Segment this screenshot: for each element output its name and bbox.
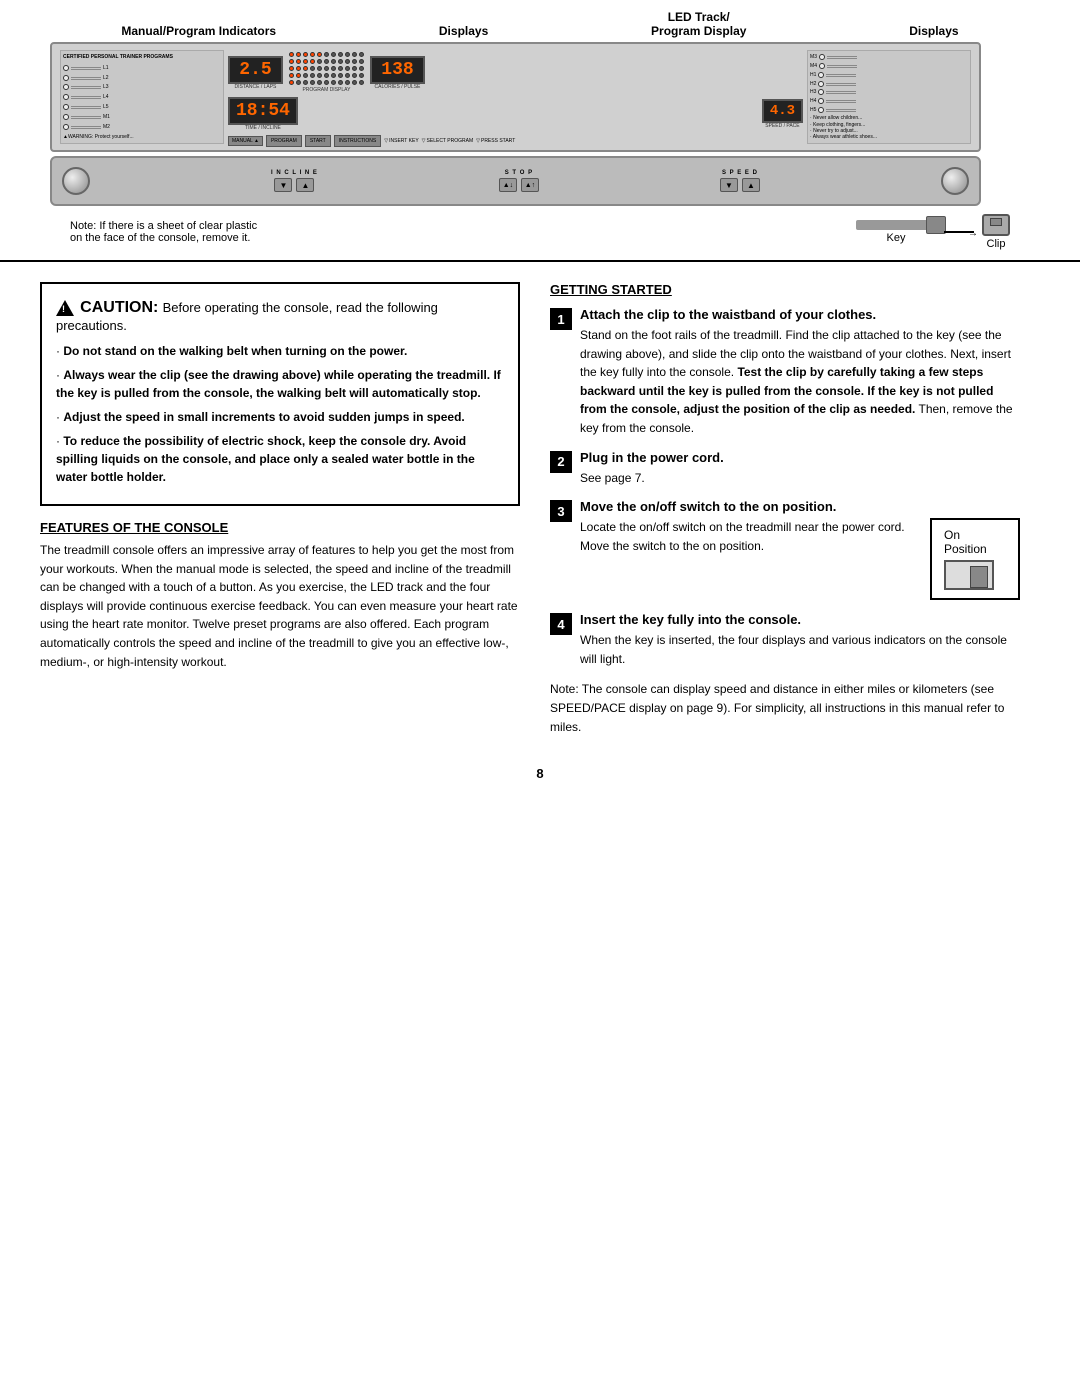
time-display: 18:54 (228, 97, 298, 125)
features-section: FEATURES OF THE CONSOLE The treadmill co… (40, 520, 520, 671)
incline-up-btn[interactable]: ▲ (296, 178, 314, 192)
step-3-number: 3 (550, 500, 572, 522)
step-3-text: Locate the on/off switch on the treadmil… (580, 518, 918, 555)
incline-label: I N C L I N E (271, 170, 318, 176)
caution-bullet-1: · Do not stand on the walking belt when … (56, 342, 504, 360)
step-4: 4 Insert the key fully into the console.… (550, 612, 1020, 668)
incline-down-btn[interactable]: ▼ (274, 178, 292, 192)
page-number: 8 (0, 756, 1080, 797)
console-top-panel: CERTIFIED PERSONAL TRAINER PROGRAMS L1 L… (50, 42, 981, 152)
label-manual-program: Manual/Program Indicators (121, 24, 276, 38)
note-line1: Note: If there is a sheet of clear plast… (70, 220, 257, 232)
step-2-text: See page 7. (580, 469, 1020, 488)
speed-label: S P E E D (722, 170, 758, 176)
stop-label: S T O P (505, 170, 533, 176)
bottom-controls-panel: I N C L I N E ▼ ▲ S T O P ▲↓ ▲↑ S P E E … (50, 156, 981, 206)
caution-bullet-3: · Adjust the speed in small increments t… (56, 408, 504, 426)
instructions-btn: INSTRUCTIONS (334, 135, 382, 147)
stop-controls: S T O P ▲↓ ▲↑ (499, 170, 539, 192)
speed-display: 4.3 (762, 99, 803, 123)
caution-bullet-2: · Always wear the clip (see the drawing … (56, 366, 504, 402)
calories-label: CALORIES / PULSE (375, 84, 421, 90)
speed-down-btn[interactable]: ▼ (720, 178, 738, 192)
incline-controls: I N C L I N E ▼ ▲ (271, 170, 318, 192)
program-display-label: PROGRAM DISPLAY (289, 87, 364, 93)
step-1-text: Stand on the foot rails of the treadmill… (580, 326, 1020, 438)
key-clip-diagram: Key → Clip (856, 214, 1010, 250)
on-label: On (944, 528, 960, 542)
caution-triangle-icon: ! (56, 300, 74, 316)
step-2-content: Plug in the power cord. See page 7. (580, 450, 1020, 488)
right-column: GETTING STARTED 1 Attach the clip to the… (540, 282, 1020, 736)
caution-box: ! CAUTION: Before operating the console,… (40, 282, 520, 506)
time-label: TIME / INCLINE (245, 125, 281, 131)
step-3-title: Move the on/off switch to the on positio… (580, 499, 1020, 514)
diagram-labels: Manual/Program Indicators Displays LED T… (40, 10, 1040, 38)
caution-body: · Do not stand on the walking belt when … (56, 342, 504, 486)
step-2: 2 Plug in the power cord. See page 7. (550, 450, 1020, 488)
left-indicators-panel: CERTIFIED PERSONAL TRAINER PROGRAMS L1 L… (60, 50, 224, 144)
position-label: Position (944, 542, 987, 556)
stop-down-btn[interactable]: ▲↓ (499, 178, 517, 192)
caution-title-prefix: CAUTION: (80, 299, 158, 316)
speed-controls: S P E E D ▼ ▲ (720, 170, 760, 192)
stop-up-btn[interactable]: ▲↑ (521, 178, 539, 192)
start-btn: START (305, 135, 331, 147)
step-2-number: 2 (550, 451, 572, 473)
left-knob (62, 167, 90, 195)
step-1: 1 Attach the clip to the waistband of yo… (550, 307, 1020, 438)
right-knob (941, 167, 969, 195)
calories-display: 138 (370, 56, 425, 84)
speed-label: SPEED / PACE (765, 123, 799, 129)
step-3: 3 Move the on/off switch to the on posit… (550, 499, 1020, 600)
step-1-content: Attach the clip to the waistband of your… (580, 307, 1020, 438)
step-1-title: Attach the clip to the waistband of your… (580, 307, 1020, 322)
step-4-title: Insert the key fully into the console. (580, 612, 1020, 627)
switch-box-graphic (944, 560, 994, 590)
note-line2: on the face of the console, remove it. (70, 232, 257, 244)
step-4-number: 4 (550, 613, 572, 635)
features-text: The treadmill console offers an impressi… (40, 541, 520, 671)
key-label: Key (887, 232, 906, 244)
step-1-number: 1 (550, 308, 572, 330)
diagram-section: Manual/Program Indicators Displays LED T… (0, 0, 1080, 262)
features-header: FEATURES OF THE CONSOLE (40, 520, 520, 535)
distance-display: 2.5 (228, 56, 283, 84)
getting-started-note: Note: The console can display speed and … (550, 680, 1020, 736)
led-track: PROGRAM DISPLAY (289, 52, 364, 93)
distance-label: DISTANCE / LAPS (235, 84, 277, 90)
step-4-text: When the key is inserted, the four displ… (580, 631, 1020, 668)
manual-btn: MANUAL ▲ (228, 136, 263, 146)
left-column: ! CAUTION: Before operating the console,… (40, 282, 520, 736)
step-4-content: Insert the key fully into the console. W… (580, 612, 1020, 668)
step-3-content: Move the on/off switch to the on positio… (580, 499, 1020, 600)
diagram-note-left: Note: If there is a sheet of clear plast… (70, 220, 257, 244)
caution-bullet-4: · To reduce the possibility of electric … (56, 432, 504, 486)
label-led-track: LED Track/ Program Display (651, 10, 746, 38)
label-displays-right: Displays (909, 24, 958, 38)
switch-illustration: On Position (930, 518, 1020, 600)
speed-up-btn[interactable]: ▲ (742, 178, 760, 192)
clip-label: Clip (987, 238, 1006, 250)
getting-started-header: GETTING STARTED (550, 282, 1020, 297)
caution-header: ! CAUTION: Before operating the console,… (56, 296, 504, 334)
program-btn: PROGRAM (266, 135, 302, 147)
step-2-title: Plug in the power cord. (580, 450, 1020, 465)
right-indicators-panel: M3 M4 H1 H2 H3 H4 H5 · Never allow child… (807, 50, 971, 144)
label-displays-left: Displays (439, 24, 488, 38)
main-content: ! CAUTION: Before operating the console,… (0, 262, 1080, 756)
